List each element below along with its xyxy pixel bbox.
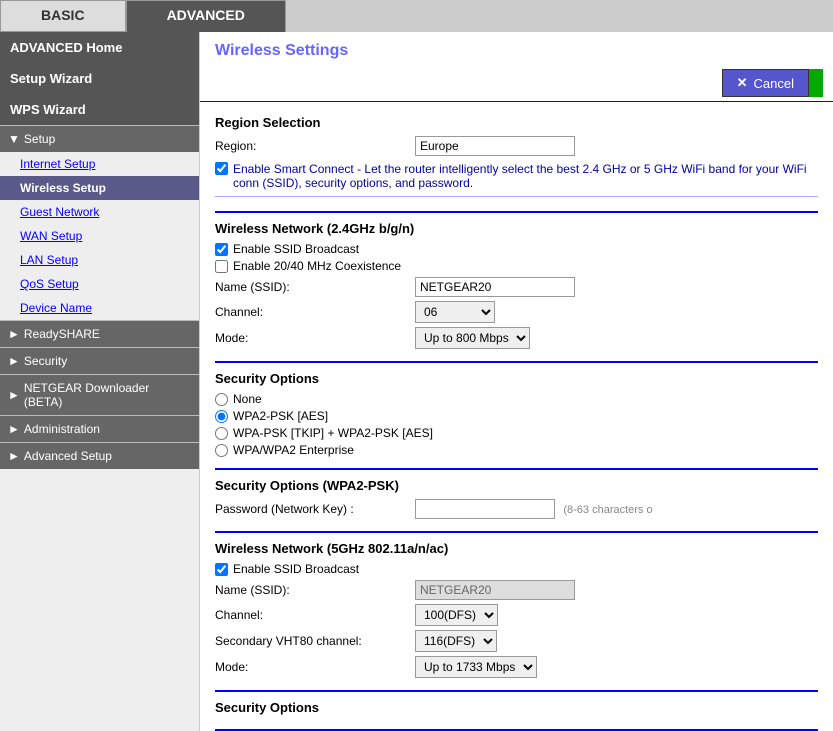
ssid-label: Name (SSID): xyxy=(215,280,415,294)
sec-wpa2psk-row: WPA2-PSK [AES] xyxy=(215,409,818,423)
sidebar-item-wan-setup[interactable]: WAN Setup xyxy=(0,224,199,248)
channel-5-row: Channel: 100(DFS) 36 40 44 48 xyxy=(215,604,818,626)
sidebar: ADVANCED Home Setup Wizard WPS Wizard ▼ … xyxy=(0,32,200,731)
enable-2040-row: Enable 20/40 MHz Coexistence xyxy=(215,259,818,273)
main-content: Wireless Settings ✕ Cancel Region Select… xyxy=(200,32,833,731)
enable-ssid-24-checkbox[interactable] xyxy=(215,243,228,256)
sidebar-item-wps-wizard[interactable]: WPS Wizard xyxy=(0,94,199,125)
tab-basic-label: BASIC xyxy=(41,7,85,23)
sidebar-group-security[interactable]: ► Security xyxy=(0,348,199,374)
tab-advanced-label: ADVANCED xyxy=(167,7,245,23)
ssid-24-input[interactable] xyxy=(415,277,575,297)
password-hint: (8-63 characters o xyxy=(563,504,652,516)
password-row: Password (Network Key) : (8-63 character… xyxy=(215,499,818,519)
sec-wpapsk-radio[interactable] xyxy=(215,427,228,440)
mode-5-select[interactable]: Up to 1733 Mbps Up to 1300 Mbps Up to 86… xyxy=(415,656,537,678)
sidebar-item-lan-setup[interactable]: LAN Setup xyxy=(0,248,199,272)
region-value xyxy=(415,136,818,156)
sidebar-item-qos-setup[interactable]: QoS Setup xyxy=(0,272,199,296)
arrow-icon: ► xyxy=(8,422,20,436)
sidebar-item-setup-wizard[interactable]: Setup Wizard xyxy=(0,63,199,94)
channel-5-select[interactable]: 100(DFS) 36 40 44 48 xyxy=(415,604,498,626)
enable-ssid-24-row: None Enable SSID Broadcast xyxy=(215,242,818,256)
enable-ssid-5-label: Enable SSID Broadcast xyxy=(233,562,359,576)
arrow-icon: ► xyxy=(8,327,20,341)
region-row: Region: xyxy=(215,136,818,156)
sec-none-radio[interactable] xyxy=(215,393,228,406)
cancel-button[interactable]: ✕ Cancel xyxy=(722,69,809,97)
green-indicator xyxy=(809,69,823,97)
arrow-icon: ▼ xyxy=(8,132,20,146)
content-area: Region Selection Region: Enable Smart Co… xyxy=(200,102,833,731)
region-title: Region Selection xyxy=(215,115,818,130)
secondary-vht80-select[interactable]: 116(DFS) 108 100 xyxy=(415,630,497,652)
mode-24-select[interactable]: Up to 800 Mbps Up to 600 Mbps Up to 400 … xyxy=(415,327,530,349)
smart-connect-text: Enable Smart Connect - Let the router in… xyxy=(233,162,818,190)
sidebar-group-setup[interactable]: ▼ Setup xyxy=(0,126,199,152)
ssid-24-row: Name (SSID): xyxy=(215,277,818,297)
ssid-5-label: Name (SSID): xyxy=(215,583,415,597)
mode-5-row: Mode: Up to 1733 Mbps Up to 1300 Mbps Up… xyxy=(215,656,818,678)
wifi-5-section: Wireless Network (5GHz 802.11a/n/ac) Ena… xyxy=(215,533,818,692)
sec-wpapsk-label: WPA-PSK [TKIP] + WPA2-PSK [AES] xyxy=(233,426,433,440)
wifi-24-title: Wireless Network (2.4GHz b/g/n) xyxy=(215,221,818,236)
ssid-5-row: Name (SSID): xyxy=(215,580,818,600)
channel-label: Channel: xyxy=(215,305,415,319)
tab-advanced[interactable]: ADVANCED xyxy=(126,0,286,32)
mode-label: Mode: xyxy=(215,331,415,345)
sec-enterprise-label: WPA/WPA2 Enterprise xyxy=(233,443,354,457)
region-label: Region: xyxy=(215,139,415,153)
channel-24-row: Channel: 06 01 02 03 04 05 07 08 09 xyxy=(215,301,818,323)
security-5-section: Security Options xyxy=(215,692,818,731)
wifi-24-section: Wireless Network (2.4GHz b/g/n) None Ena… xyxy=(215,213,818,363)
sec-enterprise-row: WPA/WPA2 Enterprise xyxy=(215,443,818,457)
sidebar-item-guest-network[interactable]: Guest Network xyxy=(0,200,199,224)
channel-5-label: Channel: xyxy=(215,608,415,622)
wpa2-title: Security Options (WPA2-PSK) xyxy=(215,478,818,493)
action-bar: ✕ Cancel xyxy=(200,65,833,102)
wifi-5-title: Wireless Network (5GHz 802.11a/n/ac) xyxy=(215,541,818,556)
enable-ssid-broadcast-label: Enable SSID Broadcast xyxy=(233,242,359,256)
sidebar-group-advanced-setup[interactable]: ► Advanced Setup xyxy=(0,443,199,469)
sec-wpa2psk-radio[interactable] xyxy=(215,410,228,423)
sec-wpa2psk-label: WPA2-PSK [AES] xyxy=(233,409,328,423)
password-input[interactable] xyxy=(415,499,555,519)
security-section: Security Options None WPA2-PSK [AES] WPA… xyxy=(215,363,818,470)
sidebar-group-administration[interactable]: ► Administration xyxy=(0,416,199,442)
sec-none-label: None xyxy=(233,392,262,406)
region-section: Region Selection Region: Enable Smart Co… xyxy=(215,107,818,213)
arrow-icon: ► xyxy=(8,388,20,402)
smart-connect-row: Enable Smart Connect - Let the router in… xyxy=(215,162,818,197)
sidebar-item-device-name[interactable]: Device Name xyxy=(0,296,199,320)
sec-none-row: None xyxy=(215,392,818,406)
mode-24-row: Mode: Up to 800 Mbps Up to 600 Mbps Up t… xyxy=(215,327,818,349)
smart-connect-checkbox[interactable] xyxy=(215,162,228,175)
enable-2040-label: Enable 20/40 MHz Coexistence xyxy=(233,259,401,273)
enable-2040-checkbox[interactable] xyxy=(215,260,228,273)
arrow-icon: ► xyxy=(8,449,20,463)
sidebar-group-readyshare[interactable]: ► ReadySHARE xyxy=(0,321,199,347)
sidebar-item-internet-setup[interactable]: Internet Setup xyxy=(0,152,199,176)
ssid-5-input[interactable] xyxy=(415,580,575,600)
mode-5-label: Mode: xyxy=(215,660,415,674)
arrow-icon: ► xyxy=(8,354,20,368)
channel-24-select[interactable]: 06 01 02 03 04 05 07 08 09 10 11 xyxy=(415,301,495,323)
sec-wpapsk-row: WPA-PSK [TKIP] + WPA2-PSK [AES] xyxy=(215,426,818,440)
sidebar-item-wireless-setup[interactable]: Wireless Setup xyxy=(0,176,199,200)
close-icon: ✕ xyxy=(737,75,748,91)
sidebar-group-netgear-downloader[interactable]: ► NETGEAR Downloader (BETA) xyxy=(0,375,199,415)
wpa2-section: Security Options (WPA2-PSK) Password (Ne… xyxy=(215,470,818,533)
security-5-title: Security Options xyxy=(215,700,818,715)
region-input[interactable] xyxy=(415,136,575,156)
password-label: Password (Network Key) : xyxy=(215,502,415,516)
sidebar-item-advanced-home[interactable]: ADVANCED Home xyxy=(0,32,199,63)
sec-enterprise-radio[interactable] xyxy=(215,444,228,457)
secondary-vht80-label: Secondary VHT80 channel: xyxy=(215,634,415,648)
page-title: Wireless Settings xyxy=(200,32,833,65)
secondary-vht80-row: Secondary VHT80 channel: 116(DFS) 108 10… xyxy=(215,630,818,652)
enable-ssid-5-row: Enable SSID Broadcast xyxy=(215,562,818,576)
security-title: Security Options xyxy=(215,371,818,386)
enable-ssid-5-checkbox[interactable] xyxy=(215,563,228,576)
tab-basic[interactable]: BASIC xyxy=(0,0,126,32)
